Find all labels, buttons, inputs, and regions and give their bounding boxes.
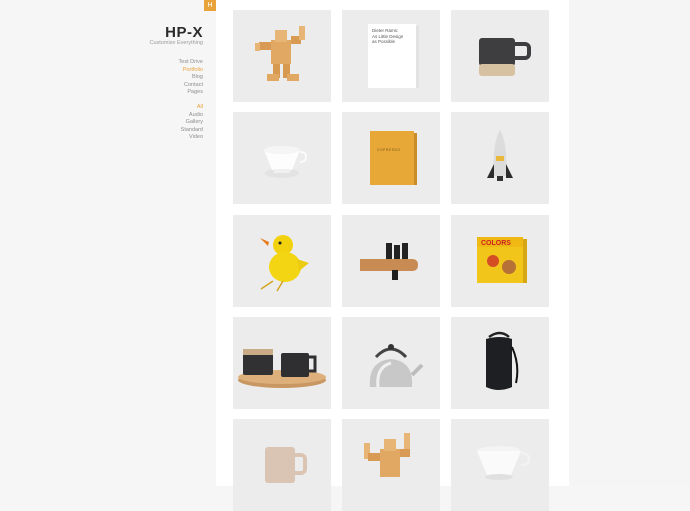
right-margin (569, 0, 690, 486)
portfolio-tile-mugs-tray[interactable] (233, 317, 331, 409)
yellow-book-cover-text: ESPRESSO (377, 148, 401, 152)
site-tagline: Customize Everything (149, 40, 204, 46)
yellow-book-image (370, 131, 417, 185)
portfolio-tile-yellow-book[interactable]: ESPRESSO (342, 112, 440, 204)
filter-gallery[interactable]: Gallery (181, 119, 203, 127)
sidebar: H HP-X Customize Everything Test Drive P… (0, 0, 216, 486)
logo-badge[interactable]: H (204, 0, 216, 11)
portfolio-tile-wooden-robot-2[interactable] (342, 419, 440, 511)
nav-contact[interactable]: Contact (179, 82, 203, 90)
wooden-robot-image (255, 26, 305, 81)
nav-pages[interactable]: Pages (179, 89, 203, 97)
filter-audio[interactable]: Audio (181, 112, 203, 120)
portfolio-tile-beige-mug[interactable] (233, 419, 331, 511)
portfolio-tile-kettle[interactable] (342, 317, 440, 409)
nav-test-drive[interactable]: Test Drive (179, 59, 203, 67)
portfolio-tile-wood-hook[interactable] (342, 215, 440, 307)
filter-all[interactable]: All (181, 104, 203, 112)
filter-standard[interactable]: Standard (181, 127, 203, 135)
portfolio-tile-pour-over[interactable] (233, 112, 331, 204)
portfolio-tile-duck[interactable] (233, 215, 331, 307)
portfolio-tile-white-dripper[interactable] (451, 419, 549, 511)
filter-video[interactable]: Video (181, 134, 203, 142)
mugs-tray-image (238, 349, 326, 388)
white-dripper-image (477, 446, 531, 480)
portfolio-tile-book[interactable]: Dieter Rams: As Little Design as Possible (342, 10, 440, 102)
portfolio-tile-colors-box[interactable]: COLORS (451, 215, 549, 307)
nav-blog[interactable]: Blog (179, 74, 203, 82)
backpack-image (486, 331, 519, 390)
book-title-text: Dieter Rams: As Little Design as Possible (372, 28, 404, 44)
portfolio-tile-backpack[interactable] (451, 317, 549, 409)
portfolio-grid: Dieter Rams: As Little Design as Possible … (216, 0, 569, 511)
portfolio-tile-wooden-robot[interactable] (233, 10, 331, 102)
book-image (368, 24, 419, 88)
nav-portfolio[interactable]: Portfolio (179, 67, 203, 75)
rocket-image (487, 130, 513, 181)
site-logo[interactable]: HP-X (165, 24, 203, 41)
colors-box-text: COLORS (481, 240, 511, 247)
duck-image (260, 235, 309, 292)
kettle-image (369, 344, 424, 388)
pour-over-image (264, 146, 308, 178)
wood-hook-image (360, 243, 418, 280)
beige-mug-image (265, 447, 307, 483)
primary-nav: Test Drive Portfolio Blog Contact Pages (179, 59, 203, 97)
colors-box-image (477, 237, 527, 283)
portfolio-tile-dark-mug[interactable] (451, 10, 549, 102)
portfolio-tile-rocket[interactable] (451, 112, 549, 204)
dark-mug-image (479, 38, 531, 76)
wooden-robot-image-2 (364, 433, 410, 477)
filter-nav: All Audio Gallery Standard Video (181, 104, 203, 142)
